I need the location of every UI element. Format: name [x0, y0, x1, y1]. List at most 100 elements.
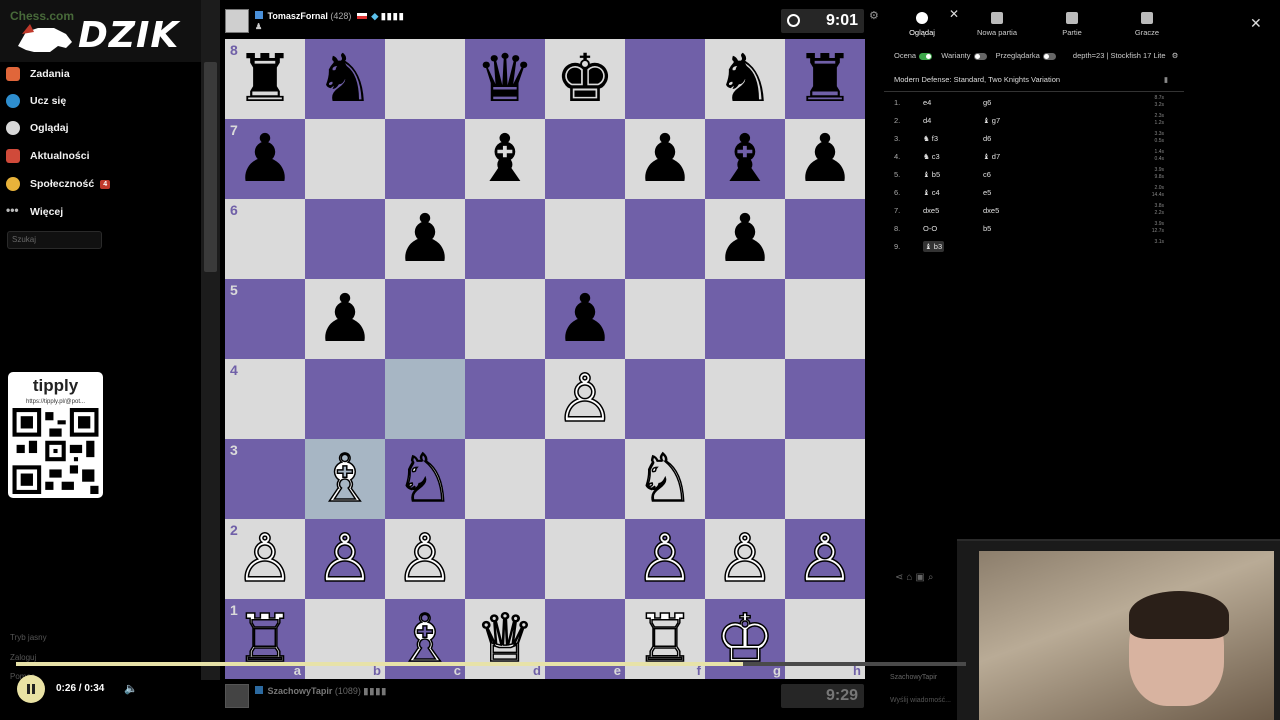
close-panel-icon[interactable]: ✕ [1250, 15, 1262, 32]
board-square-f3[interactable]: ♘ [625, 439, 705, 519]
white-move[interactable]: ♞ c3 [923, 152, 940, 161]
board-square-g5[interactable] [705, 279, 785, 359]
black-piece-icon[interactable]: ♛ [475, 39, 534, 119]
board-square-c5[interactable] [385, 279, 465, 359]
tab-watch[interactable]: Oglądaj [892, 12, 952, 37]
sidebar-scrollbar[interactable] [201, 0, 220, 680]
white-move[interactable]: O-O [923, 224, 937, 233]
sidebar-item-more[interactable]: ••• Więcej [6, 200, 63, 224]
white-piece-icon[interactable]: ♙ [635, 519, 696, 599]
black-piece-icon[interactable]: ♟ [715, 199, 774, 279]
black-piece-icon[interactable]: ♜ [795, 39, 854, 119]
board-square-g3[interactable] [705, 439, 785, 519]
sidebar-item-learn[interactable]: Ucz się [6, 89, 66, 113]
white-piece-icon[interactable]: ♙ [315, 519, 376, 599]
board-square-d2[interactable] [465, 519, 545, 599]
board-square-f8[interactable] [625, 39, 705, 119]
black-piece-icon[interactable]: ♝ [715, 119, 774, 199]
white-piece-icon[interactable]: ♗ [315, 439, 376, 519]
board-square-d5[interactable] [465, 279, 545, 359]
white-piece-icon[interactable]: ♙ [715, 519, 776, 599]
black-piece-icon[interactable]: ♟ [555, 279, 614, 359]
black-move[interactable]: c6 [983, 170, 991, 179]
board-square-b2[interactable]: ♙ [305, 519, 385, 599]
board-square-g6[interactable]: ♟ [705, 199, 785, 279]
video-progress-bar[interactable] [16, 662, 966, 666]
white-move[interactable]: ♝ c4 [923, 188, 940, 197]
close-tab-icon[interactable]: ✕ [949, 7, 959, 21]
board-square-b8[interactable]: ♞ [305, 39, 385, 119]
black-move[interactable]: e5 [983, 188, 991, 197]
board-square-a5[interactable]: 5 [225, 279, 305, 359]
eval-toggle[interactable] [919, 52, 933, 60]
board-square-h8[interactable]: ♜ [785, 39, 865, 119]
board-square-h5[interactable] [785, 279, 865, 359]
board-square-g1[interactable]: g ♔ [705, 599, 785, 679]
board-square-d8[interactable]: ♛ [465, 39, 545, 119]
board-square-d4[interactable] [465, 359, 545, 439]
board-square-a8[interactable]: 8 ♜ [225, 39, 305, 119]
board-square-h7[interactable]: ♟ [785, 119, 865, 199]
board-square-b1[interactable]: b [305, 599, 385, 679]
black-move[interactable]: g6 [983, 98, 991, 107]
black-piece-icon[interactable]: ♞ [315, 39, 374, 119]
black-piece-icon[interactable]: ♟ [795, 119, 854, 199]
board-square-b5[interactable]: ♟ [305, 279, 385, 359]
black-piece-icon[interactable]: ♚ [555, 39, 614, 119]
tab-games[interactable]: Partie [1042, 12, 1102, 37]
login-link[interactable]: Zaloguj [10, 653, 36, 662]
tab-players[interactable]: Gracze [1117, 12, 1177, 37]
pause-button[interactable] [17, 675, 45, 703]
board-square-c8[interactable] [385, 39, 465, 119]
board-square-d6[interactable] [465, 199, 545, 279]
white-move[interactable]: e4 [923, 98, 931, 107]
board-square-h3[interactable] [785, 439, 865, 519]
board-square-e4[interactable]: ♙ [545, 359, 625, 439]
search-input[interactable]: Szukaj [7, 231, 102, 249]
black-move[interactable]: ♝ g7 [983, 116, 1000, 125]
board-square-f6[interactable] [625, 199, 705, 279]
board-settings-gear-icon[interactable]: ⚙ [869, 9, 879, 22]
black-move[interactable]: ♝ d7 [983, 152, 1000, 161]
black-piece-icon[interactable]: ♟ [315, 279, 374, 359]
board-square-a3[interactable]: 3 [225, 439, 305, 519]
tipply-widget[interactable]: tipply https://tipply.pl/@pot... [8, 372, 103, 498]
sidebar-item-community[interactable]: Społeczność 4 [6, 172, 111, 196]
board-square-c7[interactable] [385, 119, 465, 199]
white-piece-icon[interactable]: ♙ [235, 519, 296, 599]
white-piece-icon[interactable]: ♖ [635, 599, 696, 679]
board-square-b4[interactable] [305, 359, 385, 439]
black-move[interactable]: dxe5 [983, 206, 999, 215]
white-piece-icon[interactable]: ♕ [475, 599, 536, 679]
board-square-g2[interactable]: ♙ [705, 519, 785, 599]
avatar[interactable] [225, 684, 249, 708]
black-piece-icon[interactable]: ♝ [475, 119, 534, 199]
white-piece-icon[interactable]: ♙ [555, 359, 616, 439]
light-mode-link[interactable]: Tryb jasny [10, 633, 47, 642]
board-square-h4[interactable] [785, 359, 865, 439]
board-square-h1[interactable]: h [785, 599, 865, 679]
white-move[interactable]: ♝ b5 [923, 170, 940, 179]
browser-toggle[interactable] [1042, 52, 1056, 60]
board-square-c1[interactable]: c ♗ [385, 599, 465, 679]
sidebar-item-puzzles[interactable]: Zadania [6, 62, 70, 86]
board-square-a7[interactable]: 7 ♟ [225, 119, 305, 199]
board-square-d3[interactable] [465, 439, 545, 519]
white-piece-icon[interactable]: ♘ [635, 439, 696, 519]
scrollbar-thumb[interactable] [204, 62, 217, 272]
tab-new-game[interactable]: Nowa partia [967, 12, 1027, 37]
trash-icon[interactable]: ▮ [1164, 75, 1168, 84]
board-square-g7[interactable]: ♝ [705, 119, 785, 199]
sidebar-item-watch[interactable]: Oglądaj [6, 116, 69, 140]
white-move[interactable]: ♞ f3 [923, 134, 938, 143]
board-square-g8[interactable]: ♞ [705, 39, 785, 119]
bottom-player-info[interactable]: SzachowyTapir (1089) ▮▮▮▮ [255, 686, 387, 697]
board-square-c2[interactable]: ♙ [385, 519, 465, 599]
board-square-b7[interactable] [305, 119, 385, 199]
black-piece-icon[interactable]: ♟ [395, 199, 454, 279]
black-move[interactable]: d6 [983, 134, 991, 143]
black-piece-icon[interactable]: ♞ [715, 39, 774, 119]
top-player-info[interactable]: TomaszFornal (428) ◆ ▮▮▮▮ ♟ [255, 11, 405, 31]
board-square-e5[interactable]: ♟ [545, 279, 625, 359]
board-square-f5[interactable] [625, 279, 705, 359]
